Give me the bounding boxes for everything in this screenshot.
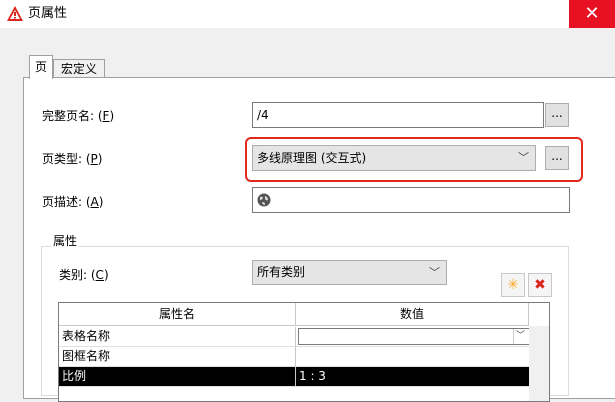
delete-x-icon: ✖ <box>534 277 546 293</box>
property-name-cell: 图框名称 <box>59 347 296 367</box>
property-value-cell[interactable] <box>296 347 529 367</box>
close-icon: ✕ <box>584 3 600 24</box>
close-button[interactable]: ✕ <box>569 0 615 28</box>
chevron-down-icon: ﹀ <box>429 266 440 279</box>
new-star-icon: ✳ <box>507 277 519 293</box>
property-name-cell: 比例 <box>59 367 296 387</box>
page-description-label: 页描述: (A) <box>42 195 104 209</box>
column-header-value[interactable]: 数值 <box>296 303 529 326</box>
new-property-button[interactable]: ✳ <box>501 273 525 297</box>
full-page-name-browse-button[interactable]: ... <box>545 103 569 127</box>
category-select[interactable]: 所有类别 ﹀ <box>252 260 447 285</box>
table-row[interactable]: 比例 1 : 3 <box>59 367 549 387</box>
grid-scrollbar[interactable] <box>529 326 549 401</box>
properties-group-title: 属性 <box>51 232 80 249</box>
table-row[interactable]: 图框名称 <box>59 347 549 367</box>
page-description-input[interactable] <box>252 187 570 213</box>
delete-property-button[interactable]: ✖ <box>528 273 552 297</box>
title-bar: 页属性 ✕ <box>0 0 615 28</box>
table-row[interactable]: 表格名称 ﹀ <box>59 327 549 347</box>
tab-macro-definition[interactable]: 宏定义 <box>53 59 105 78</box>
page-type-highlight-box <box>245 137 583 182</box>
category-value: 所有类别 <box>257 265 306 279</box>
chevron-down-icon[interactable]: ﹀ <box>513 329 527 344</box>
app-warning-icon <box>7 6 23 21</box>
property-name-cell: 表格名称 <box>59 327 296 347</box>
column-header-property-name[interactable]: 属性名 <box>59 303 296 326</box>
full-page-name-label: 完整页名: (F) <box>42 109 115 123</box>
tab-page[interactable]: 页 <box>29 55 53 79</box>
property-grid: 属性名 数值 表格名称 ﹀ 图框名称 比例 1 : 3 <box>58 302 550 402</box>
property-value-dropdown[interactable]: ﹀ <box>298 328 530 345</box>
category-label: 类别: (C) <box>59 268 109 282</box>
full-page-name-input[interactable]: /4 <box>252 102 544 128</box>
globe-icon[interactable] <box>257 193 271 207</box>
property-value-cell[interactable]: 1 : 3 <box>296 367 529 387</box>
page-type-label: 页类型: (P) <box>42 152 103 166</box>
window-title: 页属性 <box>28 6 68 21</box>
